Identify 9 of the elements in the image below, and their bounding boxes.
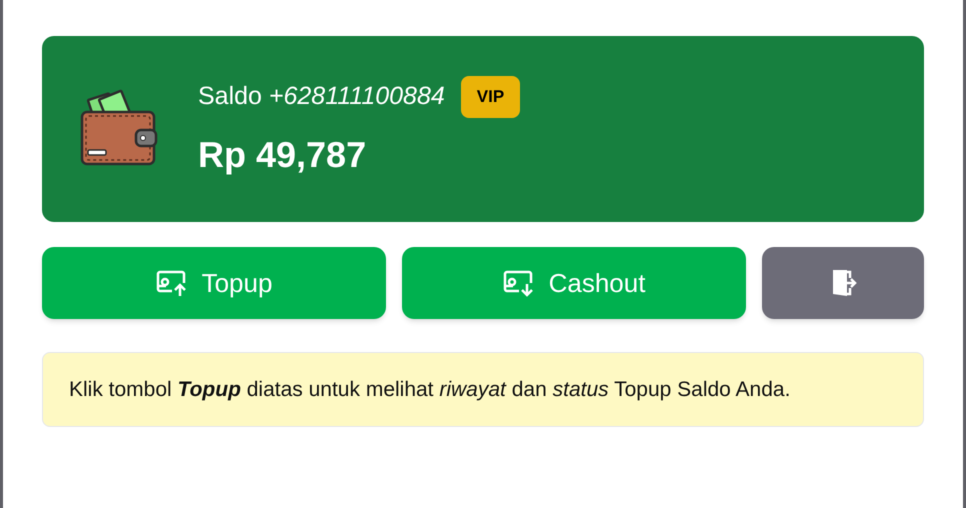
vip-badge: VIP xyxy=(460,76,520,118)
topup-button[interactable]: Topup xyxy=(42,247,386,319)
balance-amount: Rp 49,787 xyxy=(198,132,368,177)
logout-button[interactable] xyxy=(762,247,924,319)
cashout-button[interactable]: Cashout xyxy=(402,247,746,319)
money-down-icon xyxy=(502,269,535,297)
money-up-icon xyxy=(156,269,188,297)
notice-text: Klik tombol Topup diatas untuk melihat riwayat dan status Topup Saldo Anda. xyxy=(69,378,790,401)
balance-label: Saldo +628111100884 xyxy=(198,81,445,112)
